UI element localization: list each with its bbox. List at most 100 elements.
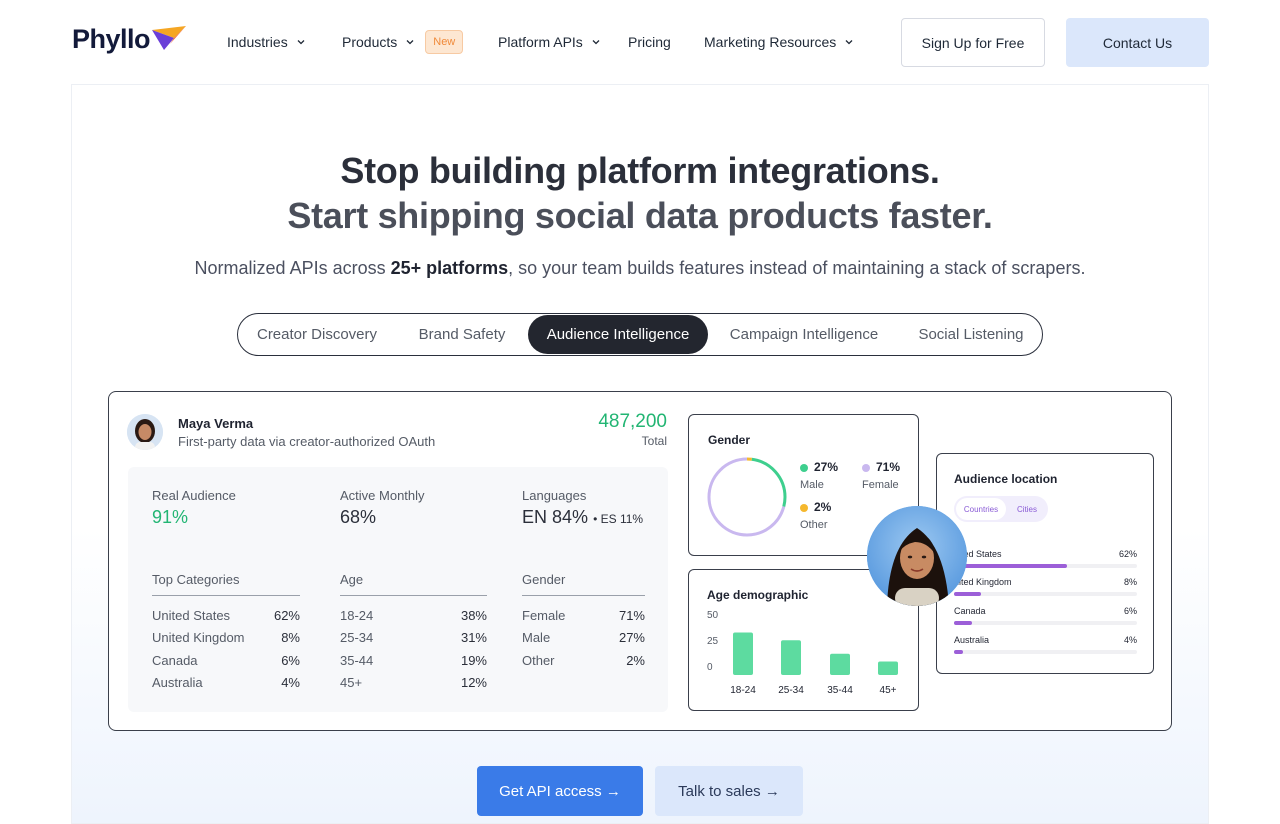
table-row: Australia 4%	[152, 675, 300, 690]
chevron-down-icon	[406, 40, 414, 45]
avatar-portrait-icon	[867, 506, 967, 606]
nav-products-label: Products	[342, 34, 398, 50]
other-dot-icon	[800, 504, 808, 513]
contact-us-button[interactable]: Contact Us	[1066, 18, 1209, 67]
row-value: 62%	[273, 608, 300, 623]
languages-value: EN 84% • ES 11%	[522, 507, 643, 528]
nav-industries-label: Industries	[227, 34, 288, 50]
real-audience-label: Real Audience	[152, 488, 236, 503]
list-item: Australia 4%	[954, 635, 1137, 645]
location-value: 62%	[1118, 549, 1137, 559]
location-name: nited Kingdom	[954, 577, 1012, 587]
top-nav: Phyllo Industries Products New Platform …	[0, 0, 1280, 84]
logo[interactable]: Phyllo	[72, 24, 187, 55]
get-api-access-button[interactable]: Get API access →	[477, 766, 643, 816]
legend-female-label: Female	[862, 479, 899, 491]
logo-text: Phyllo	[72, 24, 151, 54]
location-bar-fill	[954, 650, 964, 654]
hero-subtitle: Normalized APIs across 25+ platforms, so…	[0, 258, 1280, 279]
row-value: 27%	[618, 630, 645, 645]
nav-pricing[interactable]: Pricing	[628, 34, 671, 50]
toggle-countries[interactable]: Countries	[956, 498, 1006, 520]
logo-mark-icon	[152, 25, 187, 50]
nav-marketing-resources[interactable]: Marketing Resources	[704, 34, 854, 50]
talk-to-sales-button[interactable]: Talk to sales →	[655, 766, 803, 816]
table-row: 45+ 12%	[340, 675, 487, 690]
row-value: 8%	[281, 630, 300, 645]
use-case-tabs: Creator Discovery Brand Safety Audience …	[237, 313, 1043, 356]
row-label: 45+	[340, 675, 363, 690]
y-tick-label: 0	[707, 662, 713, 673]
tab-social-listening[interactable]: Social Listening	[906, 314, 1036, 355]
legend-other-label: Other	[800, 519, 828, 531]
creator-description: First-party data via creator-authorized …	[178, 434, 436, 449]
legend-other-value: 2%	[814, 500, 832, 514]
legend-female-value: 71%	[876, 460, 901, 474]
table-row: Female 71%	[522, 608, 645, 623]
location-bar-fill	[954, 621, 973, 625]
row-label: Other	[522, 653, 555, 668]
tab-campaign-intelligence[interactable]: Campaign Intelligence	[718, 314, 890, 355]
languages-label: Languages	[522, 488, 587, 503]
gender-widget-title: Gender	[708, 433, 751, 447]
location-bar-track	[954, 564, 1137, 568]
total-audience-label: Total	[641, 434, 667, 448]
list-item: nited States 62%	[954, 549, 1137, 559]
legend-female: 71%	[862, 460, 900, 474]
hero-title-line2: Start shipping social data products fast…	[287, 195, 993, 236]
tab-brand-safety[interactable]: Brand Safety	[402, 314, 522, 355]
table-row: 18-24 38%	[340, 608, 487, 623]
creator-name: Maya Verma	[178, 416, 254, 431]
row-label: Male	[522, 630, 551, 645]
total-audience-value: 487,200	[598, 411, 667, 432]
languages-secondary: • ES 11%	[593, 512, 644, 526]
table-row: United States 62%	[152, 608, 300, 623]
list-item: nited Kingdom 8%	[954, 577, 1137, 587]
x-tick-label: 45+	[880, 685, 897, 696]
legend-male: 27%	[800, 460, 838, 474]
row-label: United Kingdom	[152, 630, 245, 645]
bar-45+	[878, 661, 898, 675]
table-row: Other 2%	[522, 653, 645, 668]
table-row: Canada 6%	[152, 653, 300, 668]
row-label: 35-44	[340, 653, 374, 668]
col-divider	[340, 595, 487, 596]
active-monthly-label: Active Monthly	[340, 488, 425, 503]
bar-35-44	[830, 653, 850, 675]
bar-25-34	[781, 640, 801, 675]
nav-products[interactable]: Products New	[342, 30, 464, 54]
nav-industries[interactable]: Industries	[227, 34, 306, 50]
male-dot-icon	[800, 464, 808, 473]
nav-platform-apis-label: Platform APIs	[498, 34, 583, 50]
languages-primary: EN 84%	[522, 507, 589, 527]
tab-creator-discovery[interactable]: Creator Discovery	[242, 314, 392, 355]
nav-platform-apis[interactable]: Platform APIs	[498, 34, 601, 50]
bar-18-24	[733, 632, 753, 675]
col-divider	[522, 595, 645, 596]
location-bar-track	[954, 592, 1137, 596]
location-widget-title: Audience location	[954, 472, 1058, 486]
location-name: Canada	[954, 606, 986, 616]
row-value: 71%	[618, 608, 645, 623]
col-head-gender: Gender	[522, 572, 566, 587]
x-tick-label: 18-24	[730, 685, 756, 696]
chevron-down-icon	[592, 40, 600, 45]
y-tick-label: 50	[707, 610, 719, 621]
hero-title-line1: Stop building platform integrations.	[340, 150, 940, 191]
legend-male-label: Male	[800, 479, 824, 491]
row-value: 12%	[460, 675, 487, 690]
location-bar-fill	[954, 564, 1068, 568]
sign-up-button[interactable]: Sign Up for Free	[901, 18, 1045, 67]
tab-audience-intelligence[interactable]: Audience Intelligence	[528, 315, 708, 354]
chevron-down-icon	[845, 40, 853, 45]
row-label: Female	[522, 608, 566, 623]
toggle-cities[interactable]: Cities	[1008, 498, 1046, 520]
location-value: 8%	[1123, 577, 1137, 587]
avatar-portrait-icon	[127, 414, 163, 450]
gender-donut-chart	[707, 457, 787, 537]
row-value: 6%	[281, 653, 300, 668]
legend-other: 2%	[800, 500, 831, 514]
col-divider	[152, 595, 300, 596]
row-value: 4%	[281, 675, 300, 690]
hero-subtitle-bold: 25+ platforms	[390, 258, 509, 278]
